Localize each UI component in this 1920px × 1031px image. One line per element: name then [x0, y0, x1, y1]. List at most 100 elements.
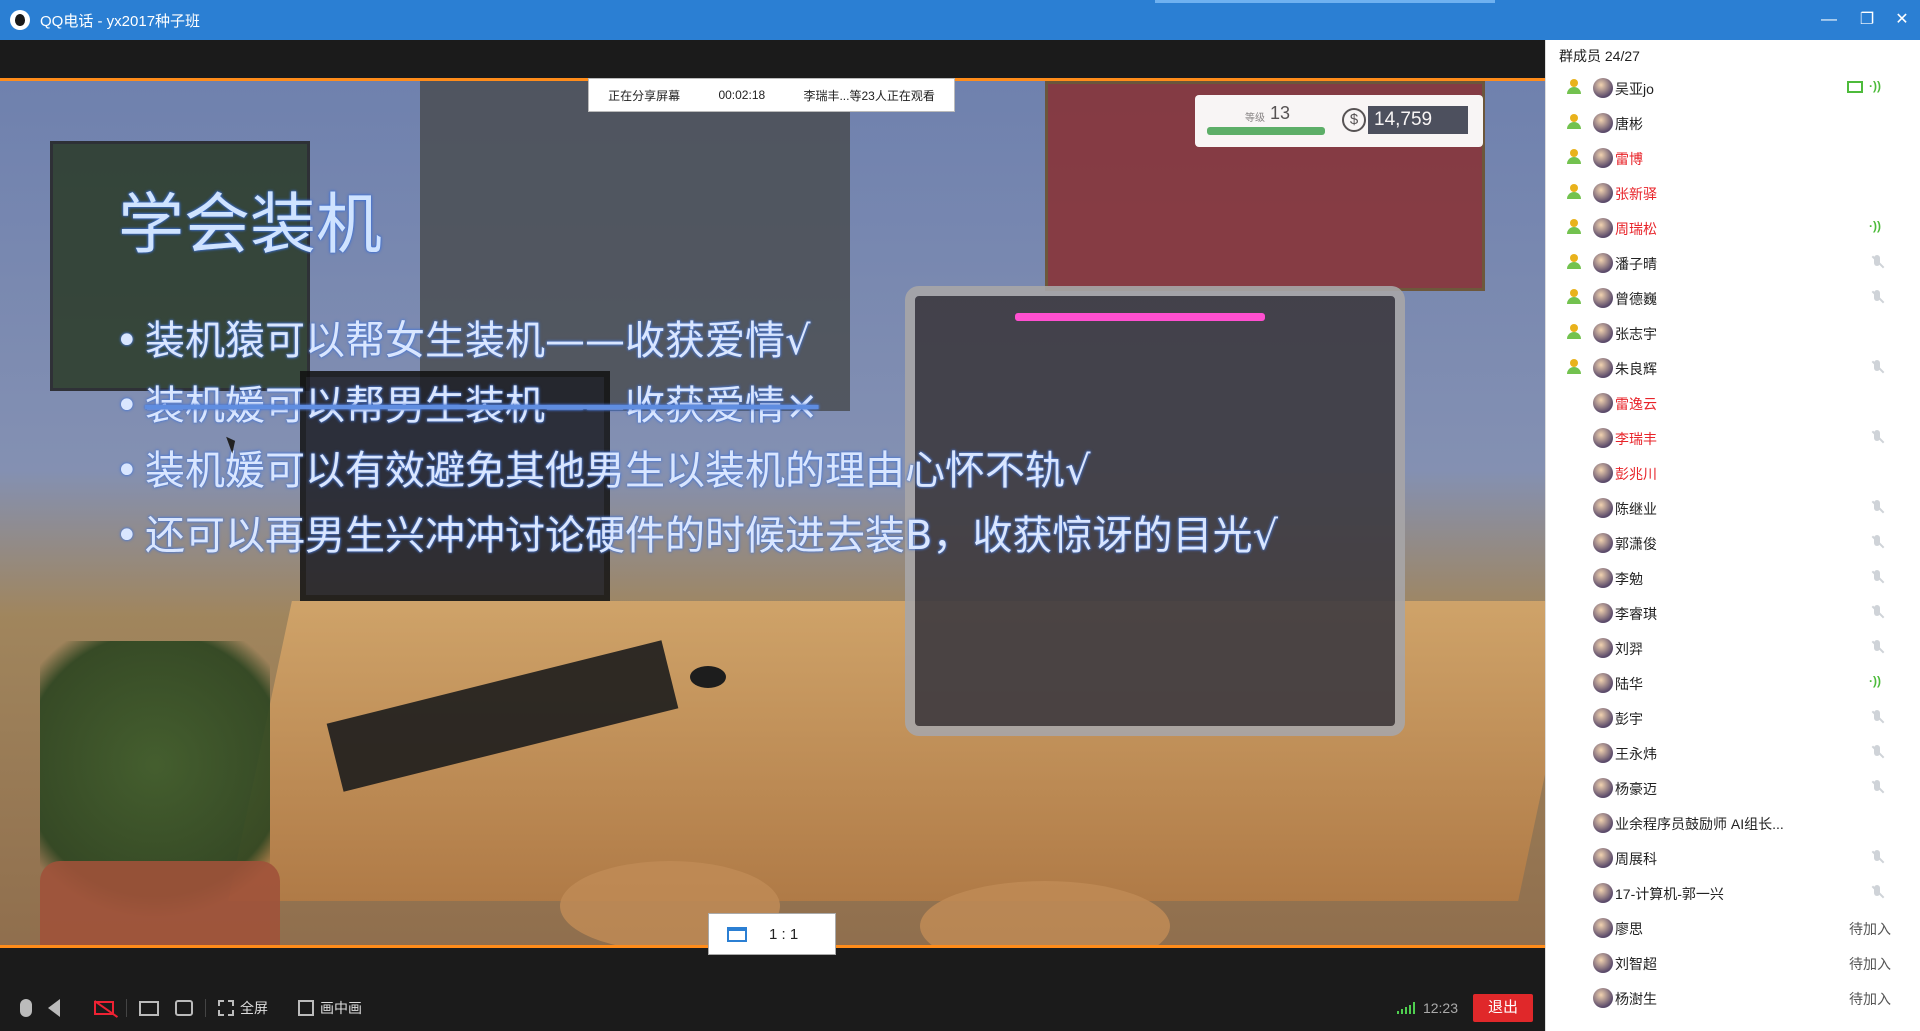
level-value: 13: [1270, 103, 1291, 123]
avatar: [1593, 848, 1613, 868]
member-name: 李勉: [1615, 571, 1643, 587]
share-timer: 00:02:18: [718, 88, 766, 102]
avatar: [1593, 953, 1613, 973]
avatar: [1593, 778, 1613, 798]
minimize-icon[interactable]: —: [1815, 8, 1843, 32]
member-row[interactable]: 李瑞丰: [1546, 420, 1920, 455]
speaking-icon: ·)): [1869, 674, 1881, 688]
member-row[interactable]: 彭兆川: [1546, 455, 1920, 490]
member-row[interactable]: 陆华 ·)): [1546, 665, 1920, 700]
member-name: 陈继业: [1615, 501, 1657, 517]
speaker-icon: [48, 999, 60, 1017]
screen-share-status-bar: 正在分享屏幕 00:02:18 李瑞丰...等23人正在观看: [588, 78, 955, 112]
member-panel: 群成员 24/27 吴亚jo ·)) 唐彬 雷博 张新驿 周瑞松 ·)) 潘子晴 曾德巍 张志宇朱…: [1545, 40, 1920, 1031]
dollar-coin-icon: $: [1342, 108, 1366, 132]
screen-sharing-icon: [1847, 81, 1863, 93]
member-name: 潘子晴: [1615, 256, 1657, 272]
member-row[interactable]: 杨豪迈: [1546, 770, 1920, 805]
member-name: 吴亚jo: [1615, 81, 1654, 97]
title-tab-indicator: [1155, 0, 1495, 3]
member-row[interactable]: 周瑞松 ·)): [1546, 210, 1920, 245]
exit-button[interactable]: 退出: [1473, 994, 1533, 1022]
fullscreen-icon: [218, 1000, 234, 1016]
member-name: 周瑞松: [1615, 221, 1657, 237]
microphone-button[interactable]: [12, 993, 40, 1023]
member-row[interactable]: 彭宇: [1546, 700, 1920, 735]
member-row[interactable]: 业余程序员鼓励师 AI组长...: [1546, 805, 1920, 840]
avatar: [1593, 78, 1613, 98]
mic-muted-icon: [1870, 745, 1884, 759]
pending-status: 待加入: [1849, 921, 1891, 937]
level-label: 等级: [1245, 113, 1265, 124]
admin-user-icon: [1566, 219, 1582, 235]
member-name: 唐彬: [1615, 116, 1643, 132]
slide-bullet: 装机媛可以有效避免其他男生以装机的理由心怀不轨√: [115, 439, 1278, 504]
member-row[interactable]: 郭潇俊: [1546, 525, 1920, 560]
mic-muted-icon: [1870, 780, 1884, 794]
shared-screen: 学会装机 装机猿可以帮女生装机——收获爱情√ 装机媛可以帮男生装机——收获爱情×…: [0, 78, 1545, 948]
member-row[interactable]: 杨澍生 待加入: [1546, 980, 1920, 1015]
xp-bar: [1207, 127, 1325, 135]
restore-icon[interactable]: ❐: [1853, 8, 1881, 32]
avatar: [1593, 498, 1613, 518]
member-row[interactable]: 17-计算机-郭一兴: [1546, 875, 1920, 910]
camera-off-icon: [94, 1001, 114, 1015]
member-row[interactable]: 刘智超 待加入: [1546, 945, 1920, 980]
avatar: [1593, 148, 1613, 168]
ratio-toggle-button[interactable]: 1 : 1: [708, 913, 836, 955]
share-status: 正在分享屏幕: [608, 88, 681, 103]
close-icon[interactable]: ✕: [1888, 8, 1916, 32]
member-row[interactable]: 张新驿: [1546, 175, 1920, 210]
member-row[interactable]: 张志宇: [1546, 315, 1920, 350]
member-name: 王永炜: [1615, 746, 1657, 762]
member-row[interactable]: 廖思 待加入: [1546, 910, 1920, 945]
member-name: 杨豪迈: [1615, 781, 1657, 797]
member-row[interactable]: 雷逸云: [1546, 385, 1920, 420]
member-row[interactable]: 陈继业: [1546, 490, 1920, 525]
member-row[interactable]: 李勉: [1546, 560, 1920, 595]
member-row[interactable]: 李睿琪: [1546, 595, 1920, 630]
call-time: 12:23: [1422, 1000, 1458, 1016]
avatar: [1593, 883, 1613, 903]
avatar: [1593, 708, 1613, 728]
member-row[interactable]: 曾德巍: [1546, 280, 1920, 315]
share-screen-icon: [139, 1000, 159, 1016]
avatar: [1593, 533, 1613, 553]
member-name: 刘智超: [1615, 956, 1657, 972]
call-toolbar: 全屏 画中画 12:23 退出: [0, 985, 1545, 1031]
avatar: [1593, 743, 1613, 763]
member-row[interactable]: 吴亚jo ·)): [1546, 70, 1920, 105]
member-name: 雷逸云: [1615, 396, 1657, 412]
fullscreen-button[interactable]: 全屏: [210, 993, 276, 1023]
avatar: [1593, 673, 1613, 693]
member-row[interactable]: 王永炜: [1546, 735, 1920, 770]
member-name: 彭兆川: [1615, 466, 1657, 482]
camera-off-button[interactable]: [86, 993, 122, 1023]
mic-muted-icon: [1870, 710, 1884, 724]
avatar: [1593, 918, 1613, 938]
member-row[interactable]: 周展科: [1546, 840, 1920, 875]
member-row[interactable]: 唐彬: [1546, 105, 1920, 140]
mic-muted-icon: [1870, 570, 1884, 584]
pip-button[interactable]: 画中画: [290, 993, 370, 1023]
divider: [126, 999, 127, 1017]
member-name: 张志宇: [1615, 326, 1657, 342]
speaker-button[interactable]: [40, 993, 68, 1023]
member-name: 李瑞丰: [1615, 431, 1657, 447]
mic-muted-icon: [1870, 605, 1884, 619]
qq-logo-icon: [10, 10, 30, 30]
share-screen-button[interactable]: [131, 993, 167, 1023]
admin-user-icon: [1566, 254, 1582, 270]
avatar: [1593, 323, 1613, 343]
divider: [205, 999, 206, 1017]
mic-muted-icon: [1870, 290, 1884, 304]
member-row[interactable]: 雷博: [1546, 140, 1920, 175]
pip-icon: [298, 1000, 314, 1016]
avatar: [1593, 393, 1613, 413]
chat-button[interactable]: [167, 993, 201, 1023]
member-name: 李睿琪: [1615, 606, 1657, 622]
member-row[interactable]: 朱良辉: [1546, 350, 1920, 385]
member-name: 周展科: [1615, 851, 1657, 867]
member-row[interactable]: 刘羿: [1546, 630, 1920, 665]
member-row[interactable]: 潘子晴: [1546, 245, 1920, 280]
